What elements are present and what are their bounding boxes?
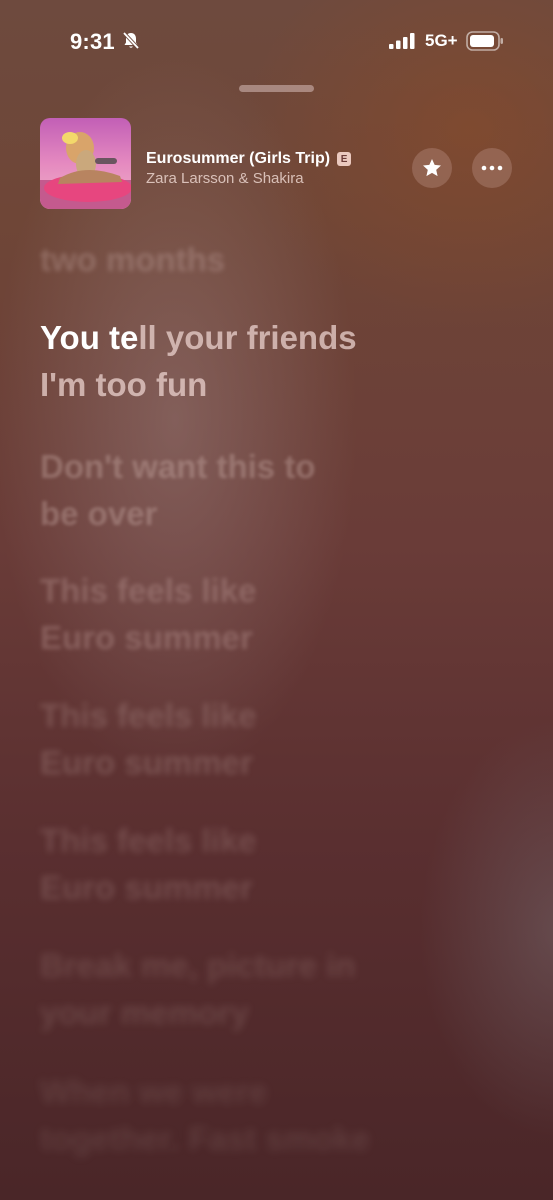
lyric-line2: I'm too fun [40, 366, 208, 403]
lyric-line-upcoming[interactable]: When we were together. Fast smoke [40, 1068, 370, 1162]
bell-muted-icon [122, 31, 140, 50]
lyric-text: Euro summer [40, 744, 253, 781]
lyric-text: When we were [40, 1073, 268, 1110]
more-options-button[interactable] [472, 148, 512, 188]
lyric-text: Euro summer [40, 619, 253, 656]
favorite-button[interactable] [412, 148, 452, 188]
lyric-line-previous[interactable]: two months [40, 236, 225, 283]
lyric-unsung-part: ll your friends [138, 319, 357, 356]
lyric-text: This feels like [40, 572, 257, 609]
sheet-grabber[interactable] [239, 85, 314, 92]
track-title-row: Eurosummer (Girls Trip) E [146, 150, 352, 168]
star-icon [423, 159, 441, 177]
lyric-text: Euro summer [40, 869, 253, 906]
explicit-badge: E [337, 152, 352, 166]
more-icon [481, 165, 503, 171]
battery-icon [466, 31, 503, 51]
now-playing-header: Eurosummer (Girls Trip) E Zara Larsson &… [0, 112, 553, 212]
cellular-signal-icon [389, 33, 415, 49]
network-type: 5G+ [425, 31, 458, 50]
lyric-text: together. Fast smoke [40, 1120, 371, 1157]
lyric-text: Don't want this to [40, 448, 316, 485]
lyric-sung-part: You te [40, 319, 139, 356]
lyric-line-upcoming[interactable]: This feels like Euro summer [40, 817, 256, 911]
lyric-line-upcoming[interactable]: This feels like Euro summer [40, 692, 256, 786]
status-time: 9:31 [70, 29, 115, 54]
lyric-line-current[interactable]: You tell your friends I'm too fun [40, 314, 357, 408]
lyric-text: be over [40, 495, 158, 532]
lyric-line-upcoming[interactable]: Don't want this to be over [40, 443, 315, 537]
lyric-text: This feels like [40, 822, 257, 859]
lyric-text: Break me, picture in [40, 947, 356, 984]
lyric-line-upcoming[interactable]: This feels like Euro summer [40, 567, 256, 661]
status-bar: 9:31 5G+ [0, 0, 553, 84]
track-title: Eurosummer (Girls Trip) [146, 150, 331, 167]
lyric-text: your memory [40, 994, 250, 1031]
album-cover[interactable] [40, 118, 131, 209]
lyric-line-upcoming[interactable]: Break me, picture in your memory [40, 942, 355, 1036]
lyric-text: two months [40, 241, 226, 278]
lyric-text: This feels like [40, 697, 257, 734]
track-artist[interactable]: Zara Larsson & Shakira [146, 170, 304, 187]
